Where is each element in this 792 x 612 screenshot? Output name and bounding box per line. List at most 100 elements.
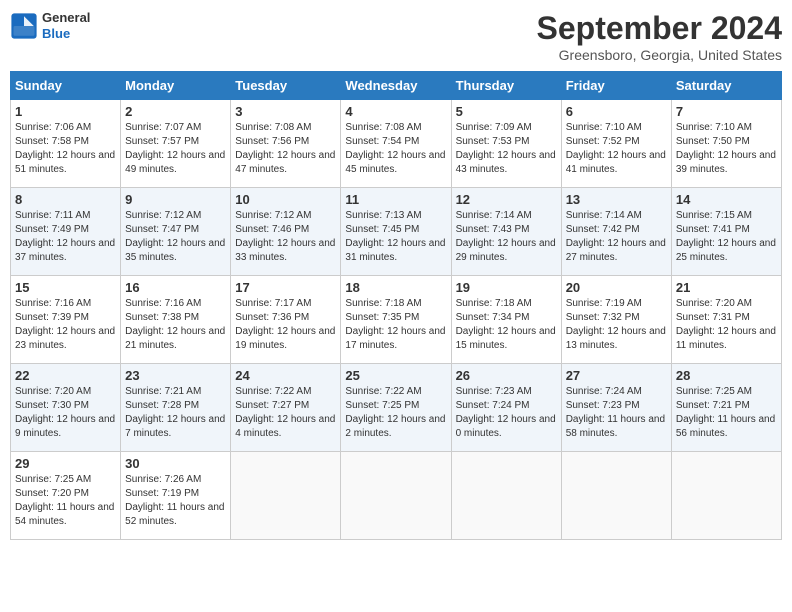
day-number: 7 (676, 104, 777, 119)
calendar-cell: 24 Sunrise: 7:22 AMSunset: 7:27 PMDaylig… (231, 364, 341, 452)
day-info: Sunrise: 7:10 AMSunset: 7:50 PMDaylight:… (676, 122, 776, 175)
day-info: Sunrise: 7:14 AMSunset: 7:43 PMDaylight:… (456, 210, 556, 263)
calendar-cell: 21 Sunrise: 7:20 AMSunset: 7:31 PMDaylig… (671, 276, 781, 364)
day-number: 10 (235, 192, 336, 207)
calendar-cell: 11 Sunrise: 7:13 AMSunset: 7:45 PMDaylig… (341, 188, 451, 276)
day-number: 25 (345, 368, 446, 383)
day-number: 11 (345, 192, 446, 207)
col-header-wednesday: Wednesday (341, 72, 451, 100)
calendar-week-4: 22 Sunrise: 7:20 AMSunset: 7:30 PMDaylig… (11, 364, 782, 452)
calendar-cell: 12 Sunrise: 7:14 AMSunset: 7:43 PMDaylig… (451, 188, 561, 276)
day-info: Sunrise: 7:13 AMSunset: 7:45 PMDaylight:… (345, 210, 445, 263)
calendar-cell: 15 Sunrise: 7:16 AMSunset: 7:39 PMDaylig… (11, 276, 121, 364)
day-info: Sunrise: 7:12 AMSunset: 7:46 PMDaylight:… (235, 210, 335, 263)
calendar-cell: 18 Sunrise: 7:18 AMSunset: 7:35 PMDaylig… (341, 276, 451, 364)
day-number: 20 (566, 280, 667, 295)
title-section: September 2024 Greensboro, Georgia, Unit… (537, 10, 782, 63)
day-number: 29 (15, 456, 116, 471)
day-number: 26 (456, 368, 557, 383)
calendar-cell: 22 Sunrise: 7:20 AMSunset: 7:30 PMDaylig… (11, 364, 121, 452)
day-info: Sunrise: 7:18 AMSunset: 7:34 PMDaylight:… (456, 298, 556, 351)
day-info: Sunrise: 7:10 AMSunset: 7:52 PMDaylight:… (566, 122, 666, 175)
calendar-cell: 9 Sunrise: 7:12 AMSunset: 7:47 PMDayligh… (121, 188, 231, 276)
day-number: 19 (456, 280, 557, 295)
logo-text: General Blue (42, 10, 90, 41)
calendar-cell (561, 452, 671, 540)
calendar-cell: 6 Sunrise: 7:10 AMSunset: 7:52 PMDayligh… (561, 100, 671, 188)
day-info: Sunrise: 7:20 AMSunset: 7:31 PMDaylight:… (676, 298, 776, 351)
col-header-monday: Monday (121, 72, 231, 100)
calendar-cell: 1 Sunrise: 7:06 AMSunset: 7:58 PMDayligh… (11, 100, 121, 188)
day-info: Sunrise: 7:24 AMSunset: 7:23 PMDaylight:… (566, 386, 665, 439)
calendar-cell (451, 452, 561, 540)
col-header-friday: Friday (561, 72, 671, 100)
logo: General Blue (10, 10, 90, 41)
calendar-table: SundayMondayTuesdayWednesdayThursdayFrid… (10, 71, 782, 540)
day-info: Sunrise: 7:11 AMSunset: 7:49 PMDaylight:… (15, 210, 115, 263)
day-number: 4 (345, 104, 446, 119)
calendar-cell: 2 Sunrise: 7:07 AMSunset: 7:57 PMDayligh… (121, 100, 231, 188)
day-info: Sunrise: 7:21 AMSunset: 7:28 PMDaylight:… (125, 386, 225, 439)
day-info: Sunrise: 7:16 AMSunset: 7:38 PMDaylight:… (125, 298, 225, 351)
day-number: 24 (235, 368, 336, 383)
day-number: 21 (676, 280, 777, 295)
day-info: Sunrise: 7:14 AMSunset: 7:42 PMDaylight:… (566, 210, 666, 263)
day-number: 5 (456, 104, 557, 119)
calendar-week-2: 8 Sunrise: 7:11 AMSunset: 7:49 PMDayligh… (11, 188, 782, 276)
day-number: 12 (456, 192, 557, 207)
day-number: 6 (566, 104, 667, 119)
calendar-cell: 23 Sunrise: 7:21 AMSunset: 7:28 PMDaylig… (121, 364, 231, 452)
day-number: 8 (15, 192, 116, 207)
day-number: 28 (676, 368, 777, 383)
day-info: Sunrise: 7:06 AMSunset: 7:58 PMDaylight:… (15, 122, 115, 175)
day-info: Sunrise: 7:15 AMSunset: 7:41 PMDaylight:… (676, 210, 776, 263)
day-info: Sunrise: 7:17 AMSunset: 7:36 PMDaylight:… (235, 298, 335, 351)
day-number: 17 (235, 280, 336, 295)
day-number: 9 (125, 192, 226, 207)
calendar-cell: 30 Sunrise: 7:26 AMSunset: 7:19 PMDaylig… (121, 452, 231, 540)
col-header-saturday: Saturday (671, 72, 781, 100)
calendar-cell: 3 Sunrise: 7:08 AMSunset: 7:56 PMDayligh… (231, 100, 341, 188)
page-header: General Blue September 2024 Greensboro, … (10, 10, 782, 63)
calendar-cell: 29 Sunrise: 7:25 AMSunset: 7:20 PMDaylig… (11, 452, 121, 540)
calendar-week-1: 1 Sunrise: 7:06 AMSunset: 7:58 PMDayligh… (11, 100, 782, 188)
col-header-sunday: Sunday (11, 72, 121, 100)
day-number: 1 (15, 104, 116, 119)
day-info: Sunrise: 7:07 AMSunset: 7:57 PMDaylight:… (125, 122, 225, 175)
day-number: 22 (15, 368, 116, 383)
day-info: Sunrise: 7:20 AMSunset: 7:30 PMDaylight:… (15, 386, 115, 439)
calendar-cell: 20 Sunrise: 7:19 AMSunset: 7:32 PMDaylig… (561, 276, 671, 364)
day-info: Sunrise: 7:08 AMSunset: 7:54 PMDaylight:… (345, 122, 445, 175)
day-info: Sunrise: 7:18 AMSunset: 7:35 PMDaylight:… (345, 298, 445, 351)
calendar-cell: 8 Sunrise: 7:11 AMSunset: 7:49 PMDayligh… (11, 188, 121, 276)
calendar-cell: 19 Sunrise: 7:18 AMSunset: 7:34 PMDaylig… (451, 276, 561, 364)
day-info: Sunrise: 7:16 AMSunset: 7:39 PMDaylight:… (15, 298, 115, 351)
day-info: Sunrise: 7:22 AMSunset: 7:25 PMDaylight:… (345, 386, 445, 439)
calendar-cell: 25 Sunrise: 7:22 AMSunset: 7:25 PMDaylig… (341, 364, 451, 452)
day-number: 2 (125, 104, 226, 119)
calendar-cell: 14 Sunrise: 7:15 AMSunset: 7:41 PMDaylig… (671, 188, 781, 276)
calendar-cell: 4 Sunrise: 7:08 AMSunset: 7:54 PMDayligh… (341, 100, 451, 188)
calendar-week-5: 29 Sunrise: 7:25 AMSunset: 7:20 PMDaylig… (11, 452, 782, 540)
logo-icon (10, 12, 38, 40)
day-number: 30 (125, 456, 226, 471)
day-number: 27 (566, 368, 667, 383)
day-info: Sunrise: 7:25 AMSunset: 7:20 PMDaylight:… (15, 474, 114, 527)
calendar-header-row: SundayMondayTuesdayWednesdayThursdayFrid… (11, 72, 782, 100)
day-number: 13 (566, 192, 667, 207)
page-title: September 2024 (537, 10, 782, 47)
day-info: Sunrise: 7:22 AMSunset: 7:27 PMDaylight:… (235, 386, 335, 439)
page-subtitle: Greensboro, Georgia, United States (537, 47, 782, 63)
calendar-cell: 10 Sunrise: 7:12 AMSunset: 7:46 PMDaylig… (231, 188, 341, 276)
day-info: Sunrise: 7:19 AMSunset: 7:32 PMDaylight:… (566, 298, 666, 351)
day-info: Sunrise: 7:23 AMSunset: 7:24 PMDaylight:… (456, 386, 556, 439)
day-info: Sunrise: 7:25 AMSunset: 7:21 PMDaylight:… (676, 386, 775, 439)
day-info: Sunrise: 7:09 AMSunset: 7:53 PMDaylight:… (456, 122, 556, 175)
calendar-cell (231, 452, 341, 540)
calendar-cell: 5 Sunrise: 7:09 AMSunset: 7:53 PMDayligh… (451, 100, 561, 188)
calendar-cell (341, 452, 451, 540)
day-info: Sunrise: 7:26 AMSunset: 7:19 PMDaylight:… (125, 474, 224, 527)
day-number: 3 (235, 104, 336, 119)
day-number: 18 (345, 280, 446, 295)
day-number: 14 (676, 192, 777, 207)
